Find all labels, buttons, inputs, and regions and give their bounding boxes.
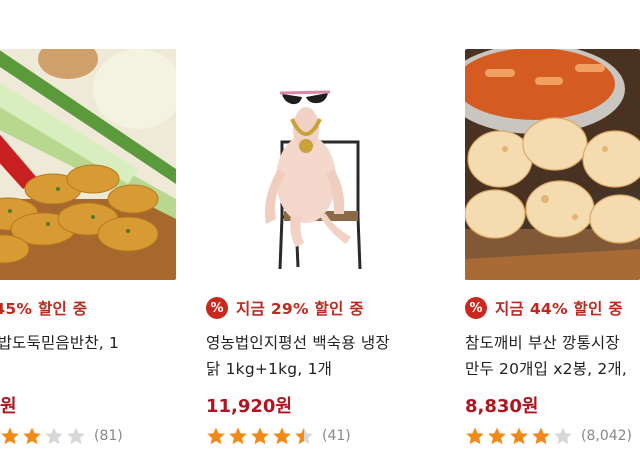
product-card[interactable]: % 지금 29% 할인 중 영농법인지평선 백숙용 냉장 닭 1kg+1kg, …: [206, 0, 442, 469]
product-title-line: 만두 20개입 x2봉, 2개,: [465, 360, 628, 378]
star-icon: [466, 427, 484, 445]
star-icon: [1, 427, 19, 445]
star-icon: [67, 427, 85, 445]
product-rating: (41): [206, 426, 351, 446]
discount-text: 금 45% 할인 중: [0, 300, 88, 318]
star-icon: [273, 427, 291, 445]
product-price: 원: [0, 396, 17, 417]
review-count: (8,042): [581, 428, 633, 444]
star-icon: [295, 427, 313, 445]
product-title[interactable]: 영농법인지평선 백숙용 냉장 닭 1kg+1kg, 1개: [206, 330, 436, 382]
product-rating: (8,042): [465, 426, 632, 446]
star-icon: [488, 427, 506, 445]
review-count: (81): [94, 428, 123, 444]
product-image[interactable]: [206, 49, 434, 280]
star-icon: [510, 427, 528, 445]
product-title-line: 영농법인지평선 백숙용 냉장: [206, 334, 390, 352]
product-title-line: 참도깨비 부산 깡통시장: [465, 334, 620, 352]
star-rating: [206, 426, 316, 446]
discount-badge: % 지금 44% 할인 중: [465, 296, 623, 320]
product-title-line: 닭 1kg+1kg, 1개: [206, 360, 333, 378]
discount-badge: 금 45% 할인 중: [0, 296, 87, 320]
product-image[interactable]: [0, 49, 176, 280]
discount-text: 지금 29% 할인 중: [236, 300, 364, 318]
product-price: 8,830원: [465, 396, 539, 417]
star-icon: [554, 427, 572, 445]
product-price: 11,920원: [206, 396, 293, 417]
product-image[interactable]: [465, 49, 640, 280]
discount-badge: % 지금 29% 할인 중: [206, 296, 364, 320]
star-rating: [465, 426, 575, 446]
product-title[interactable]: 쨍 밥도둑믿음반찬, 1: [0, 330, 208, 356]
product-card[interactable]: % 지금 44% 할인 중 참도깨비 부산 깡통시장 만두 20개입 x2봉, …: [465, 0, 640, 469]
product-card[interactable]: 금 45% 할인 중 쨍 밥도둑믿음반찬, 1 원 (81): [0, 0, 214, 469]
discount-percent-icon: %: [206, 297, 228, 319]
discount-percent-icon: %: [465, 297, 487, 319]
star-icon: [251, 427, 269, 445]
star-icon: [207, 427, 225, 445]
star-icon: [45, 427, 63, 445]
star-icon: [23, 427, 41, 445]
discount-text: 지금 44% 할인 중: [495, 300, 623, 318]
star-icon: [229, 427, 247, 445]
product-title-line: 쨍 밥도둑믿음반찬, 1: [0, 334, 120, 352]
star-rating: [0, 426, 88, 446]
star-icon: [532, 427, 550, 445]
product-title[interactable]: 참도깨비 부산 깡통시장 만두 20개입 x2봉, 2개,: [465, 330, 640, 382]
review-count: (41): [322, 428, 351, 444]
product-rating: (81): [0, 426, 123, 446]
